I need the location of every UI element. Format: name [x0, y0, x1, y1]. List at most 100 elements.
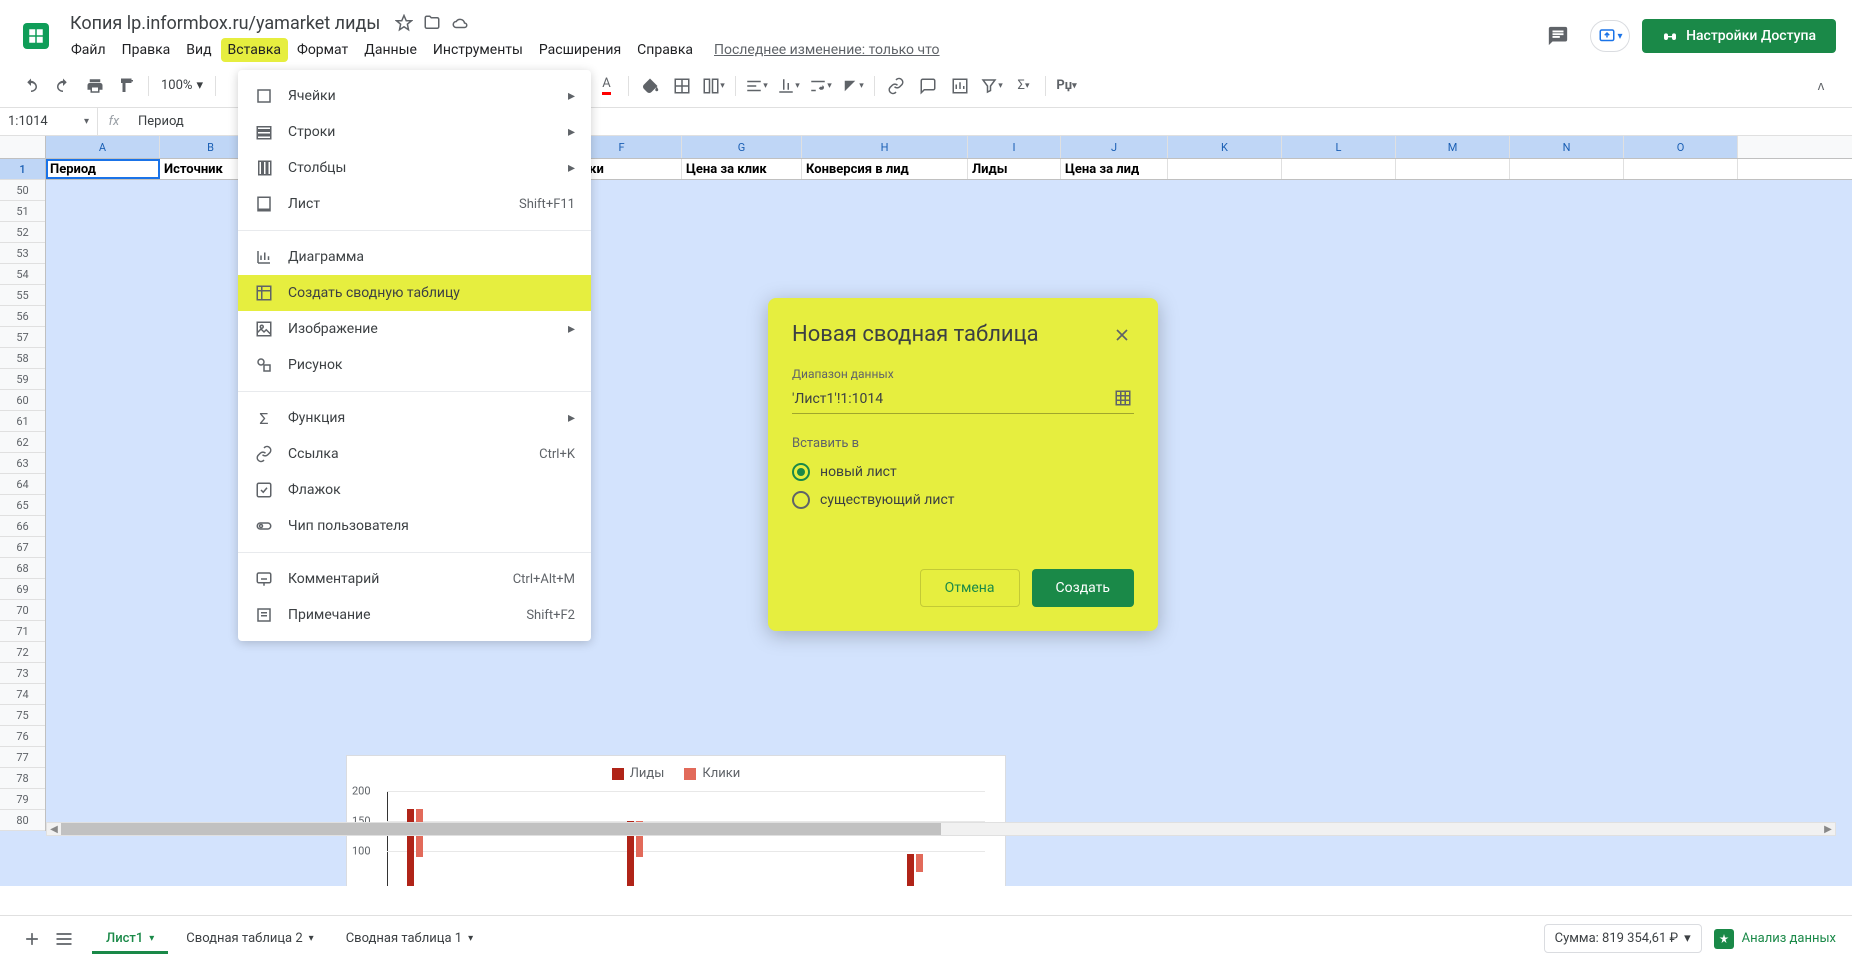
scroll-right[interactable]: ▶ — [1821, 823, 1835, 835]
cloud-icon[interactable] — [450, 13, 470, 33]
fill-color-button[interactable] — [635, 71, 665, 101]
header-cell[interactable] — [1168, 159, 1282, 179]
row-header[interactable]: 58 — [0, 348, 45, 369]
embedded-chart[interactable]: Лиды Клики 200150100 — [346, 755, 1006, 886]
row-header[interactable]: 69 — [0, 579, 45, 600]
row-header[interactable]: 74 — [0, 684, 45, 705]
merge-button[interactable]: ▾ — [699, 71, 729, 101]
menu-help[interactable]: Справка — [630, 38, 700, 62]
share-button[interactable]: Настройки Доступа — [1642, 19, 1836, 53]
row-header[interactable]: 57 — [0, 327, 45, 348]
menu-edit[interactable]: Правка — [115, 38, 178, 62]
wrap-button[interactable]: ▾ — [806, 71, 836, 101]
column-header[interactable]: K — [1168, 136, 1282, 158]
column-header[interactable]: H — [802, 136, 968, 158]
row-header[interactable]: 53 — [0, 243, 45, 264]
menu-item-cell[interactable]: Ячейки▸ — [238, 78, 591, 114]
radio-new-sheet[interactable]: новый лист — [792, 463, 1134, 481]
row-header[interactable]: 72 — [0, 642, 45, 663]
header-cell[interactable] — [1282, 159, 1396, 179]
menu-item-note[interactable]: ПримечаниеShift+F2 — [238, 597, 591, 633]
header-cell[interactable]: Лиды — [968, 159, 1061, 179]
row-header[interactable]: 77 — [0, 747, 45, 768]
menu-item-pivot[interactable]: Создать сводную таблицу — [238, 275, 591, 311]
menu-format[interactable]: Формат — [290, 38, 355, 62]
menu-item-cols[interactable]: Столбцы▸ — [238, 150, 591, 186]
header-cell[interactable]: Цена за клик — [682, 159, 802, 179]
collapse-toolbar[interactable]: ʌ — [1806, 71, 1836, 101]
comments-icon[interactable] — [1538, 16, 1578, 56]
halign-button[interactable]: ▾ — [742, 71, 772, 101]
column-header[interactable]: G — [682, 136, 802, 158]
menu-item-chart[interactable]: Диаграмма — [238, 239, 591, 275]
menu-item-comment[interactable]: КомментарийCtrl+Alt+M — [238, 561, 591, 597]
redo-button[interactable] — [48, 71, 78, 101]
menu-item-check[interactable]: Флажок — [238, 472, 591, 508]
last-edit[interactable]: Последнее изменение: только что — [714, 42, 940, 58]
row-header[interactable]: 55 — [0, 285, 45, 306]
functions-button[interactable]: Σ▾ — [1009, 71, 1039, 101]
column-header[interactable]: A — [46, 136, 160, 158]
row-header[interactable]: 78 — [0, 768, 45, 789]
column-header[interactable]: J — [1061, 136, 1168, 158]
undo-button[interactable] — [16, 71, 46, 101]
row-header[interactable]: 61 — [0, 411, 45, 432]
row-header[interactable]: 67 — [0, 537, 45, 558]
filter-button[interactable]: ▾ — [977, 71, 1007, 101]
row-header[interactable]: 60 — [0, 390, 45, 411]
range-input[interactable] — [792, 391, 1114, 407]
row-header[interactable]: 51 — [0, 201, 45, 222]
row-header[interactable]: 80 — [0, 810, 45, 831]
sheet-tab[interactable]: Сводная таблица 1 ▾ — [332, 923, 487, 954]
row-header[interactable]: 50 — [0, 180, 45, 201]
select-all-corner[interactable] — [0, 136, 46, 158]
row-header[interactable]: 73 — [0, 663, 45, 684]
present-button[interactable]: ▾ — [1590, 20, 1630, 52]
scroll-left[interactable]: ◀ — [47, 823, 61, 835]
horizontal-scrollbar[interactable]: ◀ ▶ — [46, 822, 1836, 836]
explore-button[interactable]: Анализ данных — [1714, 929, 1836, 949]
star-icon[interactable] — [394, 13, 414, 33]
sum-display[interactable]: Сумма: 819 354,61 ₽ ▾ — [1544, 924, 1702, 953]
header-cell[interactable] — [1396, 159, 1510, 179]
column-header[interactable]: N — [1510, 136, 1624, 158]
borders-button[interactable] — [667, 71, 697, 101]
name-box[interactable]: 1:1014▾ — [0, 108, 98, 135]
row-header[interactable]: 63 — [0, 453, 45, 474]
row-header[interactable]: 62 — [0, 432, 45, 453]
menu-extensions[interactable]: Расширения — [532, 38, 628, 62]
paint-format-button[interactable] — [112, 71, 142, 101]
header-cell[interactable] — [1624, 159, 1738, 179]
row-header[interactable]: 59 — [0, 369, 45, 390]
close-icon[interactable] — [1110, 323, 1134, 347]
app-logo[interactable] — [16, 16, 56, 56]
row-header[interactable]: 68 — [0, 558, 45, 579]
text-color-button[interactable]: A — [592, 71, 622, 101]
sheet-tab[interactable]: Сводная таблица 2 ▾ — [172, 923, 327, 954]
row-header[interactable]: 70 — [0, 600, 45, 621]
row-header[interactable]: 71 — [0, 621, 45, 642]
menu-item-rows[interactable]: Строки▸ — [238, 114, 591, 150]
menu-view[interactable]: Вид — [179, 38, 218, 62]
move-icon[interactable] — [422, 13, 442, 33]
cancel-button[interactable]: Отмена — [920, 569, 1020, 607]
document-title[interactable]: Копия lp.informbox.ru/yamarket лиды — [64, 11, 386, 36]
header-cell[interactable]: Цена за лид — [1061, 159, 1168, 179]
row-header[interactable]: 64 — [0, 474, 45, 495]
menu-item-drawing[interactable]: Рисунок — [238, 347, 591, 383]
menu-item-sigma[interactable]: ΣФункция▸ — [238, 400, 591, 436]
column-header[interactable]: M — [1396, 136, 1510, 158]
row-header[interactable]: 54 — [0, 264, 45, 285]
print-button[interactable] — [80, 71, 110, 101]
zoom-select[interactable]: 100% ▾ — [155, 78, 209, 93]
radio-existing-sheet[interactable]: существующий лист — [792, 491, 1134, 509]
row-header[interactable]: 79 — [0, 789, 45, 810]
insert-chart-button[interactable] — [945, 71, 975, 101]
scroll-thumb[interactable] — [61, 823, 941, 835]
menu-item-sheet[interactable]: ЛистShift+F11 — [238, 186, 591, 222]
row-header[interactable]: 56 — [0, 306, 45, 327]
create-button[interactable]: Создать — [1032, 569, 1135, 607]
addon-button[interactable]: Рџ ▾ — [1052, 71, 1082, 101]
menu-item-image[interactable]: Изображение▸ — [238, 311, 591, 347]
row-header[interactable]: 1 — [0, 159, 45, 180]
